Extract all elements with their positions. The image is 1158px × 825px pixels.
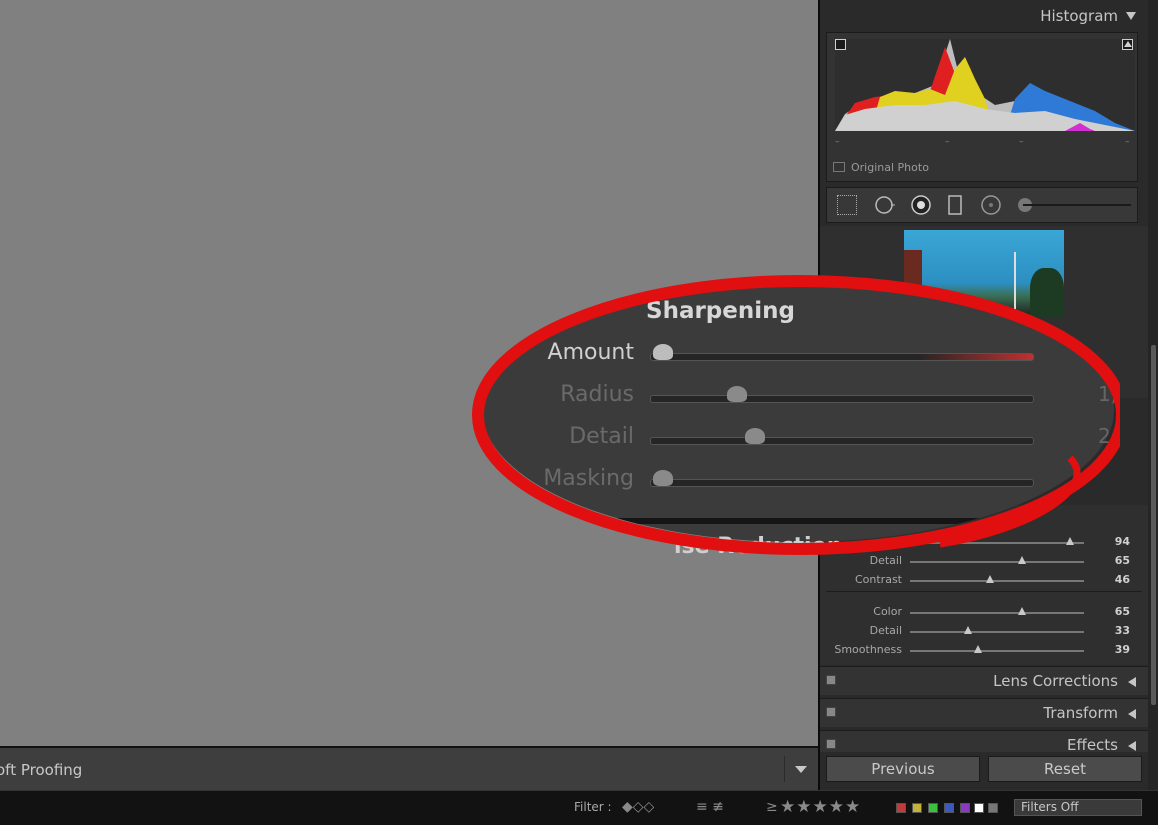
previous-button[interactable]: Previous [826,756,980,782]
panel-scrollbar[interactable] [1148,0,1158,790]
spot-removal-icon[interactable] [875,195,895,215]
color-label-red[interactable] [896,803,906,813]
expand-triangle-icon[interactable] [1128,709,1136,719]
slider-track[interactable] [910,556,1084,564]
reset-button[interactable]: Reset [988,756,1142,782]
edit-filter-icon[interactable]: ≡ ≢ [696,799,724,815]
checkbox[interactable] [833,162,845,172]
slider-thumb[interactable] [974,645,982,653]
slider-thumb[interactable] [1018,607,1026,615]
slider-thumb[interactable] [964,626,972,634]
filters-dropdown[interactable]: Filters Off [1014,799,1142,816]
color-label-blue[interactable] [944,803,954,813]
histogram-box: – – – – Original Photo [826,32,1138,182]
slider-track[interactable] [910,626,1084,634]
red-eye-icon[interactable] [911,195,931,215]
sharpening-callout: Sharpening Amount Radius 1, Detail 2 Mas… [470,268,1120,559]
crop-overlay-icon[interactable] [837,195,857,215]
graduated-filter-icon[interactable] [945,195,965,215]
filter-label: Filter : [574,800,612,814]
expand-triangle-icon[interactable] [1128,741,1136,751]
slider-row[interactable]: Detail 33 [820,624,1148,640]
slider-value[interactable]: 39 [1115,643,1130,656]
slider-value[interactable]: 65 [1115,605,1130,618]
slider-label: Smoothness [834,643,902,656]
rating-comparator[interactable]: ≥ [766,799,778,815]
color-label-green[interactable] [928,803,938,813]
tool-slider[interactable] [1023,204,1131,206]
slider-row[interactable]: Color 65 [820,605,1148,621]
color-label-yellow[interactable] [912,803,922,813]
tick: – [1125,137,1130,147]
color-label-purple[interactable] [960,803,970,813]
histogram-title: Histogram [1040,7,1118,25]
highlight-clipping-icon[interactable] [1122,39,1133,50]
panel-switch[interactable] [826,675,836,685]
bottom-toolbar: oft Proofing [0,746,818,790]
divider [826,591,1142,592]
red-annotation-ellipse [472,275,1120,555]
expand-triangle-icon[interactable] [1128,677,1136,687]
section-effects[interactable]: Effects [820,730,1148,753]
slider-track[interactable] [910,575,1084,583]
original-photo-label: Original Photo [851,161,929,174]
color-label-custom[interactable] [974,803,984,813]
slider-label: Detail [869,624,902,637]
histogram-ticks: – – – – [835,137,1135,147]
slider-thumb[interactable] [986,575,994,583]
histogram-header[interactable]: Histogram [820,0,1148,30]
color-label-none[interactable] [988,803,998,813]
collapse-triangle-icon[interactable] [1126,12,1136,20]
panel-switch[interactable] [826,739,836,749]
section-title: Lens Corrections [993,672,1118,690]
tick: – [835,137,840,147]
slider-row[interactable]: Contrast 46 [820,573,1148,589]
section-transform[interactable]: Transform [820,698,1148,727]
shadow-clipping-icon[interactable] [835,39,846,50]
soft-proofing-label[interactable]: oft Proofing [0,761,82,779]
slider-label: Color [873,605,902,618]
panel-switch[interactable] [826,707,836,717]
panel-buttons: Previous Reset [820,752,1148,790]
original-photo-toggle[interactable]: Original Photo [833,161,929,174]
radial-filter-icon[interactable] [981,195,1001,215]
slider-track[interactable] [910,607,1084,615]
tool-strip [826,187,1138,223]
tick: – [945,137,950,147]
slider-track[interactable] [910,645,1084,653]
filter-bar: Filter : ◆◇◇ ≡ ≢ ≥ ★★★★★ Filters Off [0,790,1158,825]
slider-label: Contrast [854,573,902,586]
slider-row[interactable]: Smoothness 39 [820,643,1148,659]
toolbar-dropdown-icon[interactable] [784,756,815,782]
histogram-graph [835,39,1135,131]
slider-value[interactable]: 46 [1115,573,1130,586]
section-lens-corrections[interactable]: Lens Corrections [820,666,1148,695]
scroll-thumb[interactable] [1151,345,1156,705]
tick: – [1019,137,1024,147]
star-rating-filter[interactable]: ★★★★★ [780,797,861,817]
flag-filter-icon[interactable]: ◆◇◇ [622,799,654,815]
section-title: Effects [1067,736,1118,753]
section-title: Transform [1043,704,1118,722]
slider-value[interactable]: 33 [1115,624,1130,637]
